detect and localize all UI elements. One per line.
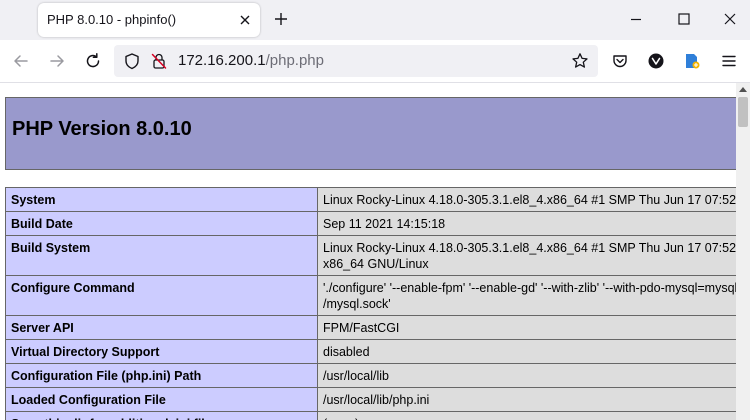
- row-key: Loaded Configuration File: [5, 387, 318, 412]
- shield-icon[interactable]: [123, 52, 141, 70]
- close-icon[interactable]: [236, 11, 254, 29]
- row-value: disabled: [317, 339, 736, 364]
- arrow-right-icon[interactable]: [48, 52, 66, 70]
- table-row: Scan this dir for additional .ini files(…: [5, 411, 736, 420]
- url-text[interactable]: 172.16.200.1/php.php: [178, 52, 324, 69]
- row-value: FPM/FastCGI: [317, 315, 736, 340]
- page-viewport: PHP Version 8.0.10 System Linux Rocky-Lin…: [0, 83, 736, 420]
- php-info-table: System Linux Rocky-Linux 4.18.0-305.3.1.e…: [5, 187, 736, 420]
- navigation-toolbar: 172.16.200.1/php.php: [0, 40, 750, 83]
- table-row: Build Date Sep 11 2021 14:15:18: [5, 211, 736, 236]
- row-key: System: [5, 187, 318, 212]
- table-row: Build System Linux Rocky-Linux 4.18.0-305…: [5, 235, 736, 276]
- row-value: Linux Rocky-Linux 4.18.0-305.3.1.el8_4.x…: [317, 235, 736, 276]
- table-row: Loaded Configuration File/usr/local/lib/…: [5, 387, 736, 412]
- close-window-icon[interactable]: [722, 11, 738, 27]
- plus-icon[interactable]: [272, 10, 290, 28]
- page-title: PHP Version 8.0.10: [12, 118, 192, 140]
- row-key: Server API: [5, 315, 318, 340]
- row-key: Build System: [5, 235, 318, 276]
- php-version-header: PHP Version 8.0.10: [5, 97, 736, 170]
- reload-icon[interactable]: [84, 52, 102, 70]
- address-bar[interactable]: 172.16.200.1/php.php: [114, 45, 598, 77]
- arrow-left-icon[interactable]: [12, 52, 30, 70]
- extension-icon[interactable]: [647, 52, 665, 70]
- table-row: Virtual Directory Support disabled: [5, 339, 736, 364]
- row-key: Virtual Directory Support: [5, 339, 318, 364]
- lock-slash-icon[interactable]: [150, 52, 168, 70]
- url-path: /php.php: [265, 52, 324, 69]
- row-key: Configuration File (php.ini) Path: [5, 363, 318, 388]
- row-value: (none): [317, 411, 736, 420]
- row-key: Scan this dir for additional .ini files: [5, 411, 318, 420]
- scroll-thumb[interactable]: [738, 97, 748, 127]
- row-key: Configure Command: [5, 275, 318, 316]
- url-host: 172.16.200.1: [178, 52, 266, 69]
- star-icon[interactable]: [571, 52, 589, 70]
- table-row: Configure Command './configure' '--enable…: [5, 275, 736, 316]
- tab-phpinfo[interactable]: PHP 8.0.10 - phpinfo(): [38, 3, 260, 37]
- tab-title: PHP 8.0.10 - phpinfo(): [47, 12, 177, 27]
- minimize-icon[interactable]: [628, 11, 644, 27]
- maximize-icon[interactable]: [676, 11, 692, 27]
- user-extension-icon[interactable]: [683, 52, 701, 70]
- table-row: Configuration File (php.ini) Path/usr/lo…: [5, 363, 736, 388]
- row-value: /usr/local/lib/php.ini: [317, 387, 736, 412]
- row-value: /usr/local/lib: [317, 363, 736, 388]
- scroll-up-arrow[interactable]: [739, 87, 747, 92]
- row-value: './configure' '--enable-fpm' '--enable-g…: [317, 275, 736, 316]
- row-key: Build Date: [5, 211, 318, 236]
- pocket-icon[interactable]: [611, 52, 629, 70]
- table-row: System Linux Rocky-Linux 4.18.0-305.3.1.e…: [5, 187, 736, 212]
- vertical-scrollbar[interactable]: [736, 83, 750, 420]
- tab-bar: PHP 8.0.10 - phpinfo(): [0, 0, 750, 40]
- hamburger-menu-icon[interactable]: [720, 52, 738, 70]
- row-value: Linux Rocky-Linux 4.18.0-305.3.1.el8_4.x…: [317, 187, 736, 212]
- table-row: Server API FPM/FastCGI: [5, 315, 736, 340]
- row-value: Sep 11 2021 14:15:18: [317, 211, 736, 236]
